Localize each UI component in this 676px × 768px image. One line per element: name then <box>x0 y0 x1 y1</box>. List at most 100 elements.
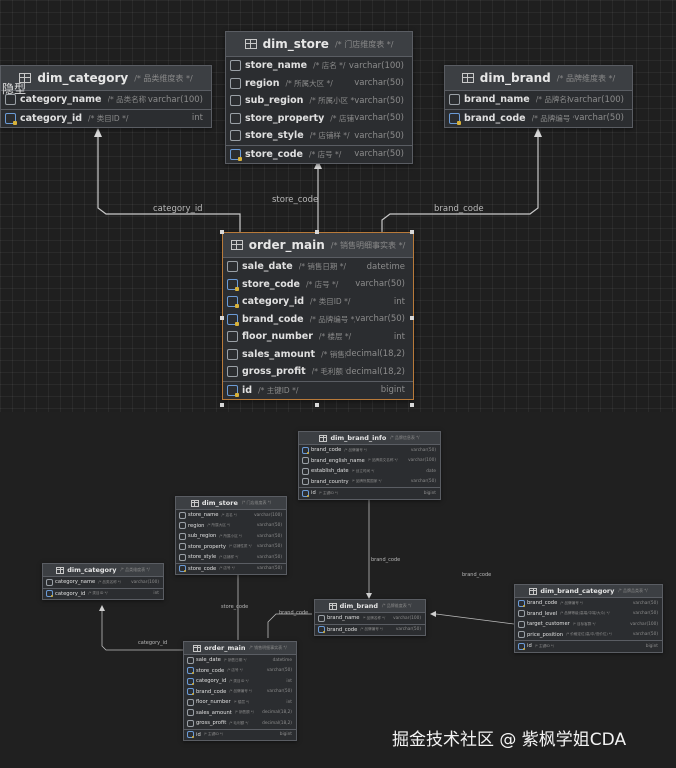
table-order-main-small[interactable]: order_main/* 销售明细事实表 */sale_date/* 销售日期 … <box>183 641 297 741</box>
field-type: varchar(50) <box>574 113 624 124</box>
field-row[interactable]: floor_number/* 楼层 */int <box>223 328 413 346</box>
field-row[interactable]: store_style/* 店铺样 */varchar(50) <box>176 552 286 563</box>
table-dim-store[interactable]: dim_store/* 门店维度表 */store_name/* 店名 */va… <box>225 31 413 164</box>
field-row[interactable]: store_name/* 店名 */varchar(100) <box>226 57 412 75</box>
table-dim-store-small[interactable]: dim_store/* 门店维度表 */ store_name/* 店名 */ va… <box>175 496 287 575</box>
field-type: varchar(50) <box>256 523 282 529</box>
key-field-icon <box>518 599 525 607</box>
field-name: brand_code <box>196 688 227 695</box>
field-row[interactable]: establish_date/* 创立时间 */ date <box>299 466 440 477</box>
table-dim-brand-category[interactable]: dim_brand_category/* 品牌品类表 */brand_code /… <box>514 584 663 653</box>
table-header[interactable]: dim_brand/* 品牌维度表 */ <box>315 600 425 613</box>
field-type: varchar(100) <box>408 458 436 464</box>
field-row[interactable]: gross_profit/* 毛利额 */decimal(18,2) <box>223 363 413 381</box>
field-row[interactable]: brand_code/* 品牌编号 */varchar(50) <box>515 598 662 609</box>
field-row[interactable]: target_customer/* 目标客群 */ varchar(100) <box>515 619 662 630</box>
field-row[interactable]: brand_code/* 品牌编号 */varchar(50) <box>299 445 440 456</box>
field-type: varchar(100) <box>254 512 282 518</box>
field-row[interactable]: sale_date/* 销售日期 */datetime <box>184 655 296 666</box>
field-row[interactable]: region/* 所属大区 */varchar(50) <box>226 75 412 93</box>
key-field-icon <box>187 731 194 739</box>
table-dim-category[interactable]: dim_category /* 品类维度表 */ category_name /* 品… <box>0 65 212 128</box>
field-row[interactable]: brand_name/* 品牌名称 */varchar(100) <box>315 613 425 624</box>
field-row[interactable]: floor_number/* 楼层 */int <box>184 697 296 708</box>
table-header[interactable]: dim_store/* 门店维度表 */ <box>226 32 412 57</box>
field-row[interactable]: id/* 主键ID */bigint <box>299 487 440 499</box>
field-row[interactable]: category_id/* 类目ID */int <box>184 676 296 687</box>
table-dim-brand-info[interactable]: dim_brand_info/* 品牌信息表 */brand_code/* 品牌… <box>298 431 441 500</box>
field-row[interactable]: store_property/* 店铺性质 */varchar(50) <box>176 542 286 553</box>
table-dim-category-small[interactable]: dim_category/* 品类维度表 */category_name/* 品… <box>42 563 164 600</box>
resize-handle[interactable] <box>220 316 224 320</box>
field-row[interactable]: brand_code/* 品牌编号 */varchar(50) <box>223 311 413 329</box>
table-header[interactable]: dim_brand/* 品牌维度表 */ <box>445 66 632 91</box>
field-row[interactable]: sub_region/* 所属小区 */varchar(50) <box>176 531 286 542</box>
resize-handle[interactable] <box>410 403 414 407</box>
field-row[interactable]: store_property/* 店铺性质 */varchar(50) <box>226 110 412 128</box>
field-type: varchar(100) <box>348 60 404 71</box>
table-name: dim_brand <box>339 602 379 610</box>
field-row[interactable]: brand_country/* 品牌所属国家 */ varchar(50) <box>299 477 440 488</box>
field-row[interactable]: sales_amount/* 销售额 */decimal(18,2) <box>223 346 413 364</box>
field-row[interactable]: id/* 主键ID */bigint <box>515 640 662 652</box>
key-field-icon <box>227 313 239 326</box>
field-row[interactable]: price_position/* 价格定位(高/中/低价位) */ varchar… <box>515 630 662 641</box>
field-name: price_position <box>527 631 564 638</box>
table-header[interactable]: order_main/* 销售明细事实表 */ <box>184 642 296 655</box>
field-row[interactable]: sub_region/* 所属小区 */varchar(50) <box>226 92 412 110</box>
field-row[interactable]: store_name/* 店名 */ varchar(100) <box>176 510 286 521</box>
field-row[interactable]: store_code/* 店号 */varchar(50) <box>223 276 413 294</box>
field-row[interactable]: brand_code/* 品牌编号 */varchar(50) <box>184 687 296 698</box>
field-comment: /* 店号 */ <box>219 566 235 571</box>
table-header[interactable]: dim_brand_info/* 品牌信息表 */ <box>299 432 440 445</box>
field-row[interactable]: category_id/* 类目ID */int <box>1 108 211 128</box>
table-header[interactable]: dim_store/* 门店维度表 */ <box>176 497 286 510</box>
table-header[interactable]: dim_category/* 品类维度表 */ <box>43 564 163 577</box>
resize-handle[interactable] <box>315 403 319 407</box>
field-name: floor_number <box>196 699 231 706</box>
arrow-brand-category-icon <box>430 611 436 617</box>
field-row[interactable]: category_id/* 类目ID */int <box>223 293 413 311</box>
resize-handle[interactable] <box>410 316 414 320</box>
field-row[interactable]: id/* 主键ID */bigint <box>184 728 296 741</box>
field-row[interactable]: brand_code/* 品牌编号 */varchar(50) <box>315 623 425 636</box>
field-comment: /* 主键ID */ <box>318 490 339 495</box>
field-row[interactable]: brand_english_name/* 品牌英文名称 */ varchar(10… <box>299 456 440 467</box>
table-header[interactable]: dim_brand_category/* 品牌品类表 */ <box>515 585 662 598</box>
resize-handle[interactable] <box>220 230 224 234</box>
table-name: order_main <box>248 238 325 252</box>
table-dim-brand[interactable]: dim_brand /* 品牌维度表 */ brand_name /* 品牌名称 */… <box>444 65 633 128</box>
resize-handle[interactable] <box>220 403 224 407</box>
table-order-main[interactable]: order_main /* 销售明细事实表 */ sale_date /* 销售日期 … <box>222 232 414 400</box>
column-icon <box>230 77 241 89</box>
field-row[interactable]: region/* 所属大区 */varchar(50) <box>176 521 286 532</box>
field-row[interactable]: category_name/* 品类名称 */varchar(100) <box>43 577 163 588</box>
field-name: store_name <box>188 512 219 519</box>
field-row[interactable]: brand_code/* 品牌编号 */varchar(50) <box>445 108 632 128</box>
resize-handle[interactable] <box>315 230 319 234</box>
table-icon <box>56 566 65 574</box>
resize-handle[interactable] <box>410 230 414 234</box>
field-row[interactable]: category_id/* 类目ID */int <box>43 587 163 600</box>
field-comment: /* 类目ID */ <box>88 591 108 596</box>
field-row[interactable]: store_code/* 店号 */varchar(50) <box>226 144 412 164</box>
field-row[interactable]: brand_name/* 品牌名称 */varchar(100) <box>445 91 632 109</box>
field-name: store_style <box>188 554 217 561</box>
field-row[interactable]: store_code/* 店号 */varchar(50) <box>176 562 286 575</box>
field-name: category_name <box>20 94 102 106</box>
field-row[interactable]: gross_profit/* 毛利额 */decimal(18,2) <box>184 718 296 729</box>
field-type: datetime <box>272 657 292 663</box>
table-header[interactable]: dim_category/* 品类维度表 */ <box>1 66 211 91</box>
table-dim-brand-small[interactable]: dim_brand/* 品牌维度表 */brand_name/* 品牌名称 */… <box>314 599 426 636</box>
field-row[interactable]: brand_level/* 品牌等级(高端/中端/大众) */ varchar(5… <box>515 609 662 620</box>
column-icon <box>518 610 525 618</box>
field-comment: /* 店名 */ <box>221 512 237 517</box>
field-row[interactable]: store_style/* 店铺样 */varchar(50) <box>226 127 412 145</box>
field-row[interactable]: sale_date/* 销售日期 */datetime <box>223 258 413 276</box>
field-row[interactable]: id/* 主键ID */bigint <box>223 380 413 400</box>
field-row[interactable]: store_code/* 店号 */varchar(50) <box>184 666 296 677</box>
table-header[interactable]: order_main/* 销售明细事实表 */ <box>223 233 413 258</box>
field-row[interactable]: category_name/* 品类名称 */varchar(100) <box>1 91 211 109</box>
field-row[interactable]: sales_amount/* 销售额 */decimal(18,2) <box>184 708 296 719</box>
field-comment: /* 类目ID */ <box>88 113 129 123</box>
